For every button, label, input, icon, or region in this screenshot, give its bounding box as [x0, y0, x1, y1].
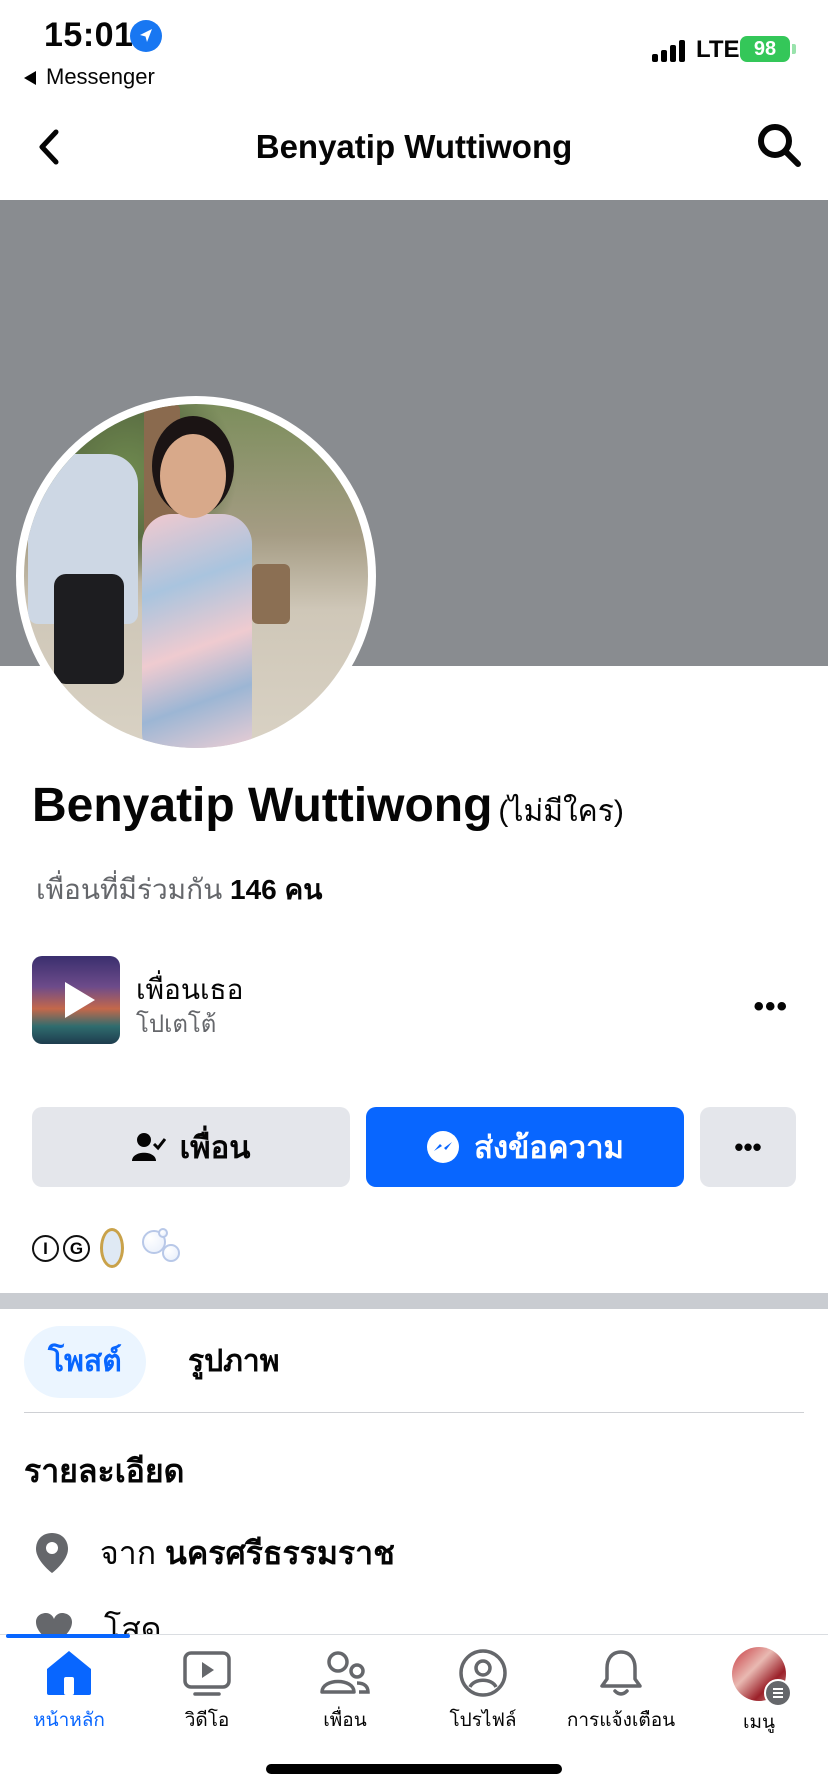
mutual-friends[interactable]: เพื่อนที่มีร่วมกัน 146 คน — [36, 868, 322, 912]
nav-home[interactable]: หน้าหลัก — [0, 1647, 138, 1735]
menu-lines-icon — [764, 1679, 792, 1707]
home-icon — [43, 1647, 95, 1699]
mutual-count: 146 — [230, 874, 277, 905]
back-to-app-link[interactable]: Messenger — [24, 64, 155, 90]
photo-stump — [252, 564, 290, 624]
hometown-place: นครศรีธรรมราช — [164, 1534, 395, 1571]
music-artist: โปเตโต้ — [136, 1011, 217, 1038]
back-app-label: Messenger — [46, 64, 155, 89]
profile-music[interactable]: เพื่อนเธอ โปเตโต้ ••• — [32, 956, 796, 1046]
profile-nickname: (ไม่มีใคร) — [498, 795, 624, 828]
details-heading: รายละเอียด — [24, 1453, 185, 1489]
circled-g-icon: G — [63, 1234, 90, 1262]
detail-hometown: จาก นครศรีธรรมราช — [34, 1530, 395, 1576]
nav-menu[interactable]: เมนู — [690, 1647, 828, 1737]
battery-cap — [792, 44, 796, 54]
nav-profile[interactable]: โปรไฟล์ — [414, 1647, 552, 1735]
bubbles-icon — [142, 1228, 184, 1268]
profile-photo-image — [24, 404, 368, 748]
photo-dress — [142, 514, 252, 748]
circled-i-icon: I — [32, 1234, 59, 1262]
friends-button-label: เพื่อน — [179, 1130, 251, 1165]
photo-head — [160, 434, 226, 518]
search-icon[interactable] — [756, 122, 802, 168]
page-title: Benyatip Wuttiwong — [255, 128, 573, 165]
tabs-divider — [24, 1412, 804, 1413]
mutual-prefix: เพื่อนที่มีร่วมกัน — [36, 874, 223, 905]
battery-level: 98 — [753, 38, 777, 60]
battery-icon: 98 — [740, 36, 790, 62]
messenger-icon — [427, 1131, 460, 1163]
menu-avatar-icon — [732, 1647, 792, 1707]
active-tab-indicator — [6, 1634, 130, 1638]
friends-icon — [319, 1647, 371, 1699]
more-actions-button[interactable]: ••• — [700, 1107, 796, 1187]
music-album-art[interactable] — [32, 956, 120, 1044]
nav-friends-label: เพื่อน — [323, 1710, 367, 1731]
nav-video[interactable]: วิดีโอ — [138, 1647, 276, 1735]
nav-menu-label: เมนู — [742, 1712, 775, 1733]
nav-home-label: หน้าหลัก — [33, 1710, 105, 1731]
friend-check-icon — [131, 1133, 166, 1161]
section-divider — [0, 1293, 828, 1309]
friends-button[interactable]: เพื่อน — [32, 1107, 350, 1187]
back-triangle-icon — [24, 71, 36, 86]
nav-friends[interactable]: เพื่อน — [276, 1647, 414, 1735]
nav-notifications[interactable]: การแจ้งเตือน — [552, 1647, 690, 1735]
hometown-text: จาก นครศรีธรรมราช — [100, 1528, 395, 1579]
profile-name: Benyatip Wuttiwong (ไม่มีใคร) — [32, 778, 624, 835]
network-type: LTE — [696, 36, 740, 63]
profile-icon — [457, 1647, 509, 1699]
tab-photos[interactable]: รูปภาพ — [164, 1326, 304, 1398]
mirror-icon — [100, 1228, 124, 1268]
play-icon — [65, 982, 95, 1018]
bell-icon — [595, 1647, 647, 1699]
home-indicator — [266, 1764, 562, 1774]
cellular-signal-icon — [652, 38, 688, 62]
status-bar: 15:01 Messenger LTE 98 — [0, 0, 828, 92]
nav-notifications-label: การแจ้งเตือน — [566, 1710, 676, 1731]
video-icon — [181, 1647, 233, 1699]
nav-video-label: วิดีโอ — [184, 1710, 230, 1731]
profile-picture[interactable] — [16, 396, 376, 756]
tab-posts[interactable]: โพสต์ — [24, 1326, 146, 1398]
nav-profile-label: โปรไฟล์ — [449, 1710, 517, 1731]
send-message-label: ส่งข้อความ — [474, 1130, 624, 1165]
hometown-prefix: จาก — [100, 1534, 157, 1571]
profile-header: Benyatip Wuttiwong — [0, 100, 828, 198]
bio-emojis: I G — [32, 1228, 184, 1268]
send-message-button[interactable]: ส่งข้อความ — [366, 1107, 684, 1187]
status-time: 15:01 — [44, 16, 134, 54]
mutual-suffix: คน — [284, 874, 323, 905]
photo-person-legs — [54, 574, 124, 684]
location-arrow-icon — [130, 20, 162, 52]
profile-name-text: Benyatip Wuttiwong — [32, 779, 493, 832]
music-more-button[interactable]: ••• — [753, 990, 788, 1024]
location-pin-icon — [36, 1533, 68, 1573]
